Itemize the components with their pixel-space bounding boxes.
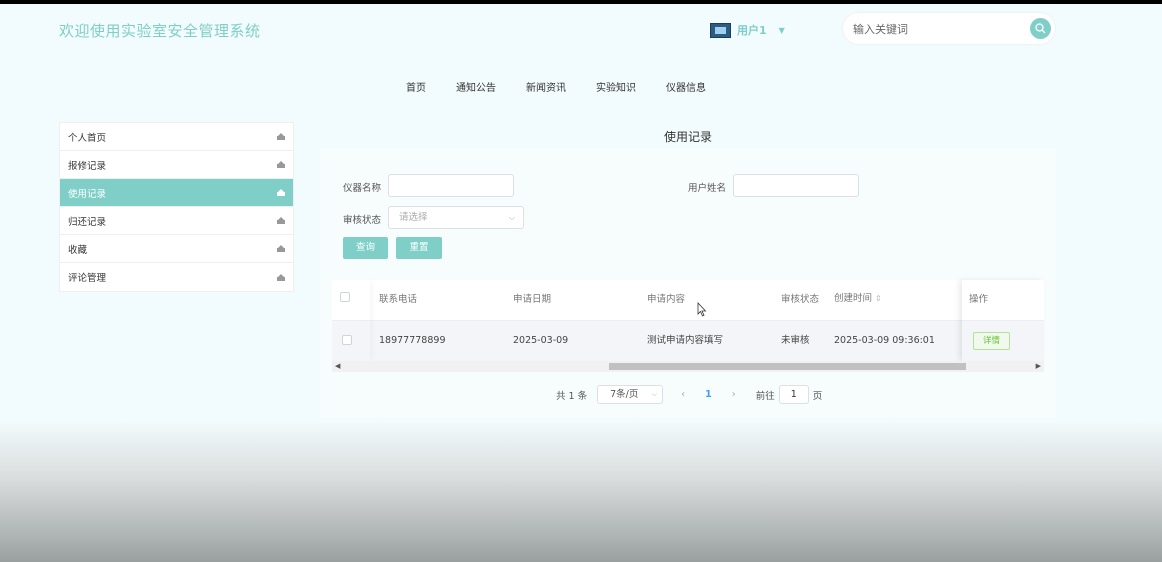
home-icon — [277, 273, 285, 281]
column-header-content: 申请内容 — [647, 294, 686, 305]
home-icon — [277, 217, 285, 224]
sidebar-item-profile[interactable]: 个人首页 — [60, 123, 293, 151]
scroll-left-icon[interactable]: ◀ — [335, 361, 340, 372]
next-page-icon[interactable]: › — [732, 389, 736, 400]
goto-page-input[interactable]: 1 — [778, 385, 809, 404]
prev-page-icon[interactable]: ‹ — [681, 389, 685, 400]
search-button[interactable] — [1030, 18, 1051, 39]
sidebar-item-label: 收藏 — [68, 244, 88, 256]
sidebar-item-label: 评论管理 — [68, 273, 107, 284]
chevron-down-icon: ⌵ — [651, 390, 658, 398]
pagination-total: 共 1 条 — [556, 390, 588, 402]
search-box — [843, 13, 1055, 44]
sidebar-item-label: 归还记录 — [68, 216, 107, 228]
column-header-date: 申请日期 — [513, 294, 552, 305]
user-avatar — [710, 22, 731, 38]
records-table: 联系电话 申请日期 申请内容 审核状态 创建时间 ⇕ 18977778899 2… — [332, 280, 1044, 372]
caret-down-icon: ▼ — [778, 25, 785, 35]
sidebar-item-label: 使用记录 — [68, 188, 107, 200]
nav-notices[interactable]: 通知公告 — [456, 79, 496, 94]
sidebar-item-repair[interactable]: 报修记录 — [60, 151, 293, 179]
nav-knowledge[interactable]: 实验知识 — [596, 79, 636, 94]
instrument-label: 仪器名称 — [343, 183, 382, 194]
scroll-right-icon[interactable]: ▶ — [1036, 361, 1041, 372]
sort-icon[interactable]: ⇕ — [875, 294, 882, 303]
site-title: 欢迎使用实验室安全管理系统 — [59, 22, 261, 40]
sidebar-item-label: 报修记录 — [68, 160, 107, 172]
search-icon — [1035, 23, 1046, 34]
scroll-thumb[interactable] — [609, 363, 966, 370]
home-icon — [277, 245, 285, 252]
sidebar-item-label: 个人首页 — [68, 132, 107, 144]
select-all-checkbox[interactable] — [340, 292, 350, 302]
nav-instruments[interactable]: 仪器信息 — [666, 79, 706, 94]
goto-suffix: 页 — [812, 390, 823, 402]
status-label: 审核状态 — [343, 215, 382, 226]
top-border — [0, 0, 1162, 4]
page-size-select[interactable]: 7条/页 ⌵ — [597, 385, 664, 404]
column-header-phone: 联系电话 — [379, 294, 418, 305]
current-page[interactable]: 1 — [705, 389, 712, 400]
status-placeholder: 请选择 — [399, 212, 428, 223]
sidebar-item-return[interactable]: 归还记录 — [60, 207, 293, 235]
search-input[interactable] — [853, 20, 1023, 38]
username-label: 用户姓名 — [688, 183, 727, 194]
cell-status: 未审核 — [781, 335, 810, 346]
column-header-status: 审核状态 — [781, 294, 820, 305]
sidebar-item-comments[interactable]: 评论管理 — [60, 263, 293, 291]
column-header-created-label: 创建时间 — [834, 293, 873, 304]
mouse-cursor-icon — [697, 302, 707, 317]
user-name: 用户1 — [737, 24, 767, 37]
page-title: 使用记录 — [663, 130, 712, 144]
chevron-down-icon: ⌵ — [508, 213, 515, 222]
status-select[interactable]: 请选择 ⌵ — [388, 206, 524, 229]
home-icon — [277, 161, 285, 168]
cell-date: 2025-03-09 — [513, 335, 569, 346]
sidebar-item-favorites[interactable]: 收藏 — [60, 235, 293, 263]
sidebar-item-usage[interactable]: 使用记录 — [60, 179, 293, 207]
column-divider — [368, 280, 370, 361]
sidebar: 个人首页 报修记录 使用记录 归还记录 收藏 评论管理 — [59, 122, 294, 292]
cell-created: 2025-03-09 09:36:01 — [834, 335, 935, 346]
nav-home[interactable]: 首页 — [406, 79, 426, 94]
detail-button[interactable]: 详情 — [973, 332, 1010, 350]
cell-phone: 18977778899 — [379, 335, 446, 346]
column-header-actions: 操作 — [969, 294, 989, 305]
page-size-value: 7条/页 — [610, 389, 639, 400]
horizontal-scrollbar[interactable]: ◀ ▶ — [332, 361, 1044, 372]
reset-button[interactable]: 重置 — [396, 237, 442, 259]
user-menu[interactable]: 用户1 ▼ — [710, 22, 785, 38]
goto-prefix: 前往 — [755, 390, 775, 402]
row-checkbox[interactable] — [342, 335, 352, 345]
username-input[interactable] — [733, 174, 859, 197]
home-icon — [277, 133, 285, 140]
main-nav: 首页 通知公告 新闻资讯 实验知识 仪器信息 — [406, 79, 706, 94]
nav-news[interactable]: 新闻资讯 — [526, 79, 566, 94]
column-header-created[interactable]: 创建时间 ⇕ — [834, 280, 882, 320]
instrument-input[interactable] — [388, 174, 514, 197]
pagination: 共 1 条 7条/页 ⌵ ‹ 1 › 前往 1 页 — [556, 385, 822, 404]
home-icon — [277, 189, 285, 196]
query-button[interactable]: 查询 — [343, 237, 388, 259]
cell-content: 测试申请内容填写 — [647, 335, 724, 346]
